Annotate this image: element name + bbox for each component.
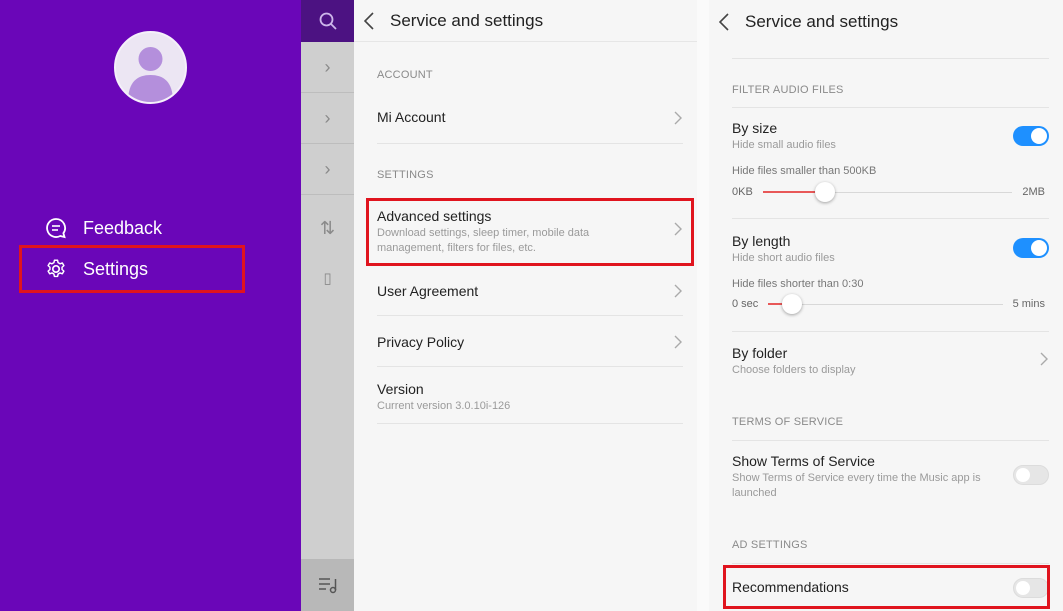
search-icon[interactable] [319,12,337,30]
chevron-right-icon: › [324,56,331,77]
row-subtitle: Download settings, sleep timer, mobile d… [377,227,590,254]
section-header-ad: AD SETTINGS [732,539,808,551]
drawer-item-feedback[interactable]: Feedback [44,216,162,240]
playlist-icon[interactable] [318,576,338,594]
length-slider[interactable]: 0 sec 5 mins [732,293,1045,315]
row-title: Privacy Policy [377,334,465,350]
slider-max-label: 5 mins [1012,298,1045,310]
slider-min-label: 0KB [732,186,753,198]
section-header-filter: FILTER AUDIO FILES [732,84,844,96]
terms-toggle[interactable] [1013,465,1049,485]
chevron-right-icon [673,283,683,299]
back-arrow-icon[interactable] [364,11,378,31]
row-title: Recommendations [732,579,849,595]
drawer-item-settings[interactable]: Settings [44,257,148,281]
row-title: By length [732,233,791,249]
chevron-right-icon [1039,351,1049,367]
divider [732,440,1049,441]
by-size-row[interactable]: By size Hide small audio files [732,120,1049,160]
row-title: Advanced settings [377,208,492,224]
sort-icon: ⇅ [319,218,336,238]
divider [732,331,1049,332]
settings-panel: Service and settings ACCOUNT Mi Account … [354,0,697,611]
user-silhouette-icon [128,47,173,102]
chevron-right-icon [673,334,683,350]
slider-knob[interactable] [781,293,802,314]
slider-track [768,293,1003,314]
sort-row[interactable]: ⇅ [301,203,354,254]
slider-min-label: 0 sec [732,298,759,310]
section-header-settings: SETTINGS [377,169,434,181]
divider [732,107,1049,108]
back-arrow-icon[interactable] [719,12,733,32]
privacy-policy-row[interactable]: Privacy Policy [377,317,683,367]
chevron-right-icon [673,110,683,126]
mi-account-row[interactable]: Mi Account [377,92,683,144]
advanced-settings-row[interactable]: Advanced settings Download settings, sle… [377,193,683,265]
drawer-item-label: Settings [83,258,149,279]
user-agreement-row[interactable]: User Agreement [377,266,683,316]
file-row[interactable]: ▯ [301,252,354,303]
feedback-icon [44,216,68,240]
header: Service and settings [354,0,697,42]
section-header-terms: TERMS OF SERVICE [732,416,844,428]
divider [732,563,1049,564]
drawer-item-label: Feedback [83,217,163,238]
page-title: Service and settings [390,10,544,30]
list-item[interactable]: › [301,42,354,93]
size-threshold-caption: Hide files smaller than 500KB [732,165,877,177]
page-title: Service and settings [745,12,899,31]
row-subtitle: Hide small audio files [732,139,836,151]
row-title: User Agreement [377,283,479,299]
divider [697,0,709,611]
file-icon: ▯ [323,269,332,287]
header: Service and settings [709,0,1063,44]
terms-of-service-row[interactable]: Show Terms of Service Show Terms of Serv… [732,453,983,508]
row-title: Show Terms of Service [732,453,875,469]
row-subtitle: Choose folders to display [732,364,856,376]
by-folder-row[interactable]: By folder Choose folders to display [732,345,1049,395]
list-item[interactable]: › [301,144,354,195]
strip-footer [301,559,354,611]
divider [732,218,1049,219]
by-length-row[interactable]: By length Hide short audio files [732,233,1049,273]
row-title: Mi Account [377,109,446,125]
list-item[interactable]: › [301,93,354,144]
by-length-toggle[interactable] [1013,238,1049,258]
divider [732,58,1049,59]
size-slider[interactable]: 0KB 2MB [732,181,1045,203]
chevron-right-icon: › [324,107,331,128]
advanced-settings-panel: Service and settings FILTER AUDIO FILES … [709,0,1063,611]
section-header-account: ACCOUNT [377,69,433,81]
background-list-strip: › › › ⇅ ▯ [301,0,354,611]
length-threshold-caption: Hide files shorter than 0:30 [732,278,864,290]
gear-icon [44,257,68,281]
chevron-right-icon: › [324,158,331,179]
recommendations-row[interactable]: Recommendations [732,579,1049,603]
navigation-drawer: Feedback Settings [0,0,301,611]
row-subtitle: Current version 3.0.10i-126 [377,400,511,412]
recommendations-toggle[interactable] [1013,578,1049,598]
row-title: Version [377,381,424,397]
row-subtitle: Hide short audio files [732,252,835,264]
strip-header [301,0,354,42]
slider-knob[interactable] [815,181,836,202]
chevron-right-icon [673,221,683,237]
row-title: By size [732,120,778,136]
slider-max-label: 2MB [1022,186,1045,198]
row-title: By folder [732,345,788,361]
avatar[interactable] [114,31,187,104]
row-subtitle: Show Terms of Service every time the Mus… [732,472,981,499]
by-size-toggle[interactable] [1013,126,1049,146]
slider-track [762,181,1013,202]
version-row: Version Current version 3.0.10i-126 [377,368,683,424]
